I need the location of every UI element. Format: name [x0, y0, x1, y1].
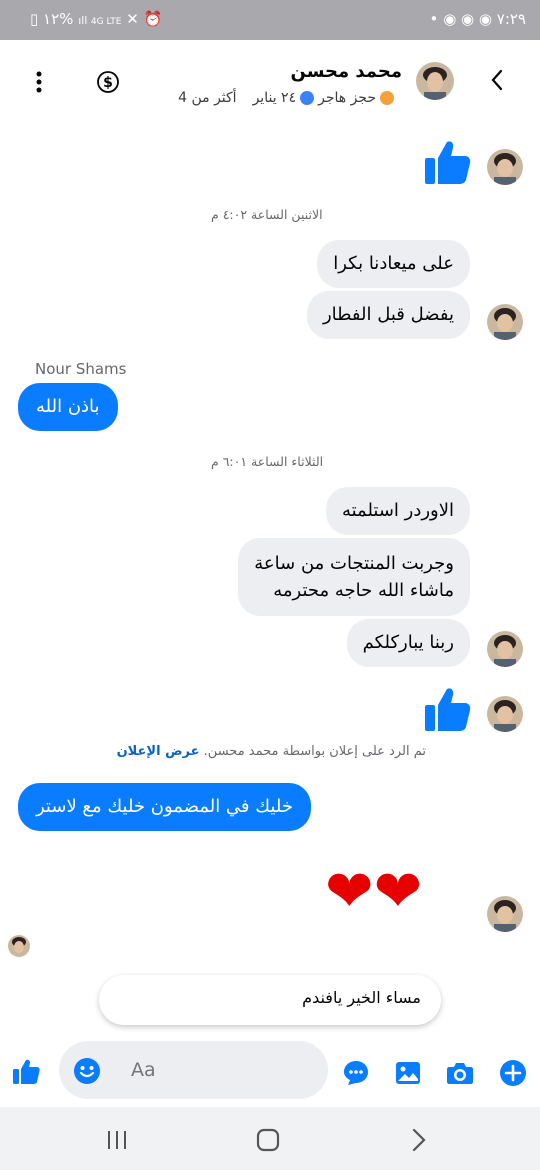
chat-bubble-icon[interactable]	[342, 1059, 370, 1087]
message-line: وجربت المنتجات من ساعة	[254, 553, 454, 574]
contact-avatar-small	[487, 696, 523, 732]
contact-avatar-small	[487, 304, 523, 340]
status-right: • ◉ ◉ ◉ ٧:٢٩	[430, 10, 526, 28]
chevron-right-icon[interactable]	[488, 68, 506, 92]
status-left: ▯ ١٢% ıll 4G LTE ✕ ⏰	[30, 10, 162, 28]
emoji-icon[interactable]	[73, 1057, 101, 1085]
incoming-message[interactable]: يفضل قبل الفطار	[306, 291, 470, 339]
svg-text:$: $	[103, 75, 113, 91]
back-icon[interactable]	[405, 1127, 431, 1153]
status-bar: ▯ ١٢% ıll 4G LTE ✕ ⏰ • ◉ ◉ ◉ ٧:٢٩	[0, 0, 540, 40]
home-icon[interactable]	[255, 1127, 281, 1153]
battery-level: ١٢%	[43, 10, 74, 28]
more-options-icon[interactable]	[35, 70, 43, 94]
recent-apps-icon[interactable]	[104, 1127, 130, 1153]
contact-avatar[interactable]	[416, 62, 454, 100]
incoming-message[interactable]: على ميعادنا بكرا	[317, 240, 470, 288]
ad-reply-notice: تم الرد على إعلان بواسطة محمد محسن. عرض …	[117, 744, 426, 759]
orange-dot-icon	[380, 91, 394, 105]
hearts-emoji[interactable]: ❤❤	[325, 862, 422, 920]
ad-reply-text: تم الرد على إعلان بواسطة محمد محسن.	[203, 744, 426, 759]
incoming-message[interactable]: وجربت المنتجات من ساعة ماشاء الله حاجه م…	[238, 538, 470, 616]
plus-icon[interactable]	[499, 1059, 527, 1087]
message-line: ماشاء الله حاجه محترمه	[273, 580, 454, 601]
signal-icon: ıll	[78, 14, 91, 27]
mute-icon: ✕	[126, 10, 144, 28]
contact-avatar-small	[487, 149, 523, 185]
conversation-header: محمد محسن حجز هاجر ٢٤ يناير أكثر من 4 $	[0, 40, 540, 115]
message-composer	[0, 1040, 540, 1106]
notification-dot-icon: •	[429, 10, 439, 28]
system-nav-bar	[0, 1107, 540, 1170]
contact-avatar-small	[487, 896, 523, 932]
outgoing-message[interactable]: باذن الله	[18, 383, 118, 431]
seen-avatar	[8, 935, 30, 957]
battery-icon: ▯	[30, 10, 39, 28]
gallery-icon[interactable]	[394, 1059, 422, 1087]
outgoing-message[interactable]: خليك في المضمون خليك مع لاستر	[18, 783, 311, 831]
alarm-icon: ⏰	[143, 10, 163, 28]
subtitle-item: ٢٤ يناير	[252, 90, 297, 106]
view-ad-link[interactable]: عرض الإعلان	[117, 744, 200, 759]
quick-reply-suggestion[interactable]: مساء الخير يافندم	[99, 975, 441, 1025]
incoming-message[interactable]: الاوردر استلمته	[325, 487, 470, 535]
dollar-icon[interactable]: $	[96, 70, 120, 94]
thumbs-up-icon	[425, 141, 471, 184]
incoming-message[interactable]: ربنا يباركلكم	[346, 619, 470, 667]
blue-dot-icon	[300, 91, 315, 105]
contact-name[interactable]: محمد محسن	[291, 61, 402, 82]
thumbs-up-icon	[425, 688, 471, 731]
clock-time: ٧:٢٩	[496, 10, 526, 28]
sender-name: Nour Shams	[35, 360, 127, 378]
youtube-icon: ◉ ◉ ◉	[443, 10, 497, 28]
timestamp: الاثنين الساعة ٤:٠٢ م	[211, 207, 323, 222]
subtitle-item: أكثر من 4	[178, 90, 237, 106]
thumbs-up-send-icon[interactable]	[12, 1057, 40, 1085]
camera-icon[interactable]	[446, 1059, 474, 1087]
contact-subtitle: حجز هاجر ٢٤ يناير أكثر من 4	[178, 90, 394, 106]
subtitle-item: حجز هاجر	[318, 90, 376, 106]
network-type: 4G LTE	[90, 17, 122, 27]
timestamp: الثلاثاء الساعة ٦:٠١ م	[211, 454, 324, 469]
contact-avatar-small	[487, 631, 523, 667]
